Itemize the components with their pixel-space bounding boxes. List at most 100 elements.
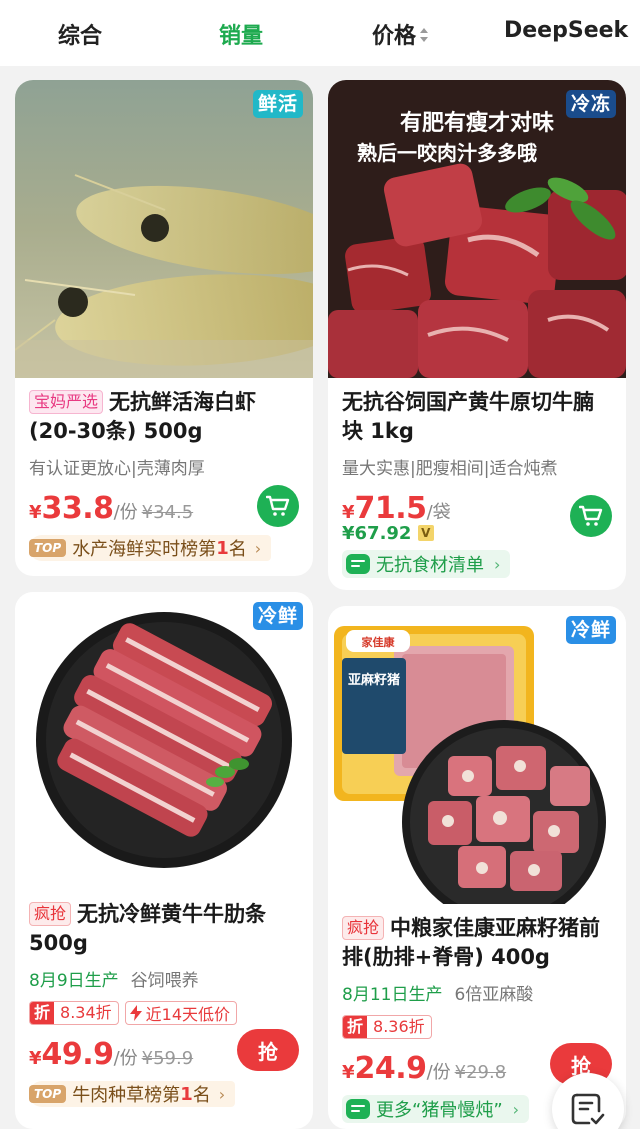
chat-bubble-icon (346, 554, 370, 574)
sort-bar: 综合 销量 价格 DeepSeek (0, 0, 640, 66)
image-caption-line2: 熟后一咬肉汁多多哦 (357, 141, 537, 165)
price-row: ¥71.5/袋 (342, 491, 612, 537)
currency-symbol: ¥ (29, 502, 42, 523)
related-list-label: 无抗食材清单 (376, 555, 484, 576)
current-price: 33.8 (41, 491, 115, 526)
original-price: ¥59.9 (141, 1048, 194, 1069)
product-card-shrimp[interactable]: 鲜活 宝妈严选 无抗鲜活海白虾(20-30条) 500g 有认证更放心|壳薄肉厚 … (15, 80, 313, 576)
product-feature: 谷饲喂养 (130, 971, 199, 991)
low-price-tag: 近14天低价 (124, 1001, 238, 1025)
hot-sale-badge: 疯抢 (342, 916, 385, 940)
package-title: 亚麻籽猪 (348, 672, 400, 688)
product-subtitle: 有认证更放心|壳薄肉厚 (29, 459, 205, 479)
currency-symbol: ¥ (29, 1048, 42, 1069)
lightning-icon (129, 1005, 142, 1021)
tab-deepseek[interactable]: DeepSeek (504, 18, 628, 43)
original-price: ¥29.8 (454, 1062, 507, 1083)
add-to-cart-button[interactable] (570, 495, 612, 537)
chevron-right-icon: › (218, 1084, 226, 1104)
production-info: 8月9日生产 谷饲喂养 (29, 966, 299, 991)
product-image-pork-ribs[interactable]: 家佳康 亚麻籽猪 冷鲜 (328, 606, 626, 904)
rank-prefix: 水产海鲜实时榜第 (72, 539, 217, 560)
promo-tags: 折 8.36折 (342, 1015, 612, 1039)
low-price-text: 近14天低价 (145, 1005, 231, 1024)
shopping-list-icon (571, 1093, 605, 1125)
member-price: ¥67.92 V (342, 523, 612, 544)
current-price: 49.9 (41, 1037, 115, 1072)
temp-tag-live: 鲜活 (252, 90, 303, 118)
tab-price-label: 价格 (372, 24, 417, 49)
rank-link[interactable]: TOP 水产海鲜实时榜第 1 名 › (29, 535, 272, 561)
package-brand: 家佳康 (362, 635, 396, 649)
chevron-right-icon: › (494, 554, 501, 574)
cart-icon (266, 495, 290, 516)
product-title[interactable]: 疯抢 无抗冷鲜黄牛牛肋条500g (29, 900, 299, 958)
discount-value: 8.34折 (60, 1003, 112, 1022)
chevron-right-icon: › (254, 538, 262, 558)
product-title[interactable]: 疯抢 中粮家佳康亚麻籽猪前排(肋排+脊骨) 400g (342, 914, 612, 972)
temp-tag-chilled: 冷鲜 (565, 616, 616, 644)
chat-bubble-icon (346, 1099, 370, 1119)
rank-suffix: 名 (228, 539, 247, 560)
image-caption-line1: 有肥有瘦才对味 (400, 110, 554, 136)
beef-cubes-photo: 有肥有瘦才对味 熟后一咬肉汁多多哦 (328, 80, 626, 378)
original-price: ¥34.5 (141, 502, 194, 523)
currency-symbol: ¥ (342, 1062, 355, 1083)
production-date: 8月11日生产 (342, 985, 443, 1005)
tab-price[interactable]: 价格 (372, 18, 429, 50)
discount-value: 8.36折 (373, 1017, 425, 1036)
production-date: 8月9日生产 (29, 971, 119, 991)
discount-label: 折 (30, 1002, 55, 1024)
discount-tag: 折 8.36折 (342, 1015, 432, 1039)
beef-ribs-photo (15, 592, 313, 890)
cart-icon (579, 505, 603, 526)
grab-button[interactable]: 抢 (237, 1029, 299, 1071)
chevron-right-icon: › (512, 1099, 520, 1119)
product-image-beef-ribs[interactable]: 冷鲜 (15, 592, 313, 890)
rank-suffix: 名 (192, 1085, 211, 1106)
promo-tags: 折 8.34折 近14天低价 (29, 1001, 299, 1025)
related-list-link[interactable]: 更多“猪骨慢炖” › (342, 1095, 530, 1123)
price-unit: /袋 (426, 502, 451, 523)
top-badge: TOP (29, 1085, 67, 1103)
current-price: 71.5 (354, 491, 428, 526)
product-title[interactable]: 无抗谷饲国产黄牛原切牛腩块 1kg (342, 388, 612, 446)
current-price: 24.9 (354, 1051, 428, 1086)
temp-tag-chilled: 冷鲜 (252, 602, 303, 630)
rank-number: 1 (216, 537, 229, 559)
product-card-beef-brisket[interactable]: 有肥有瘦才对味 熟后一咬肉汁多多哦 冷冻 无抗谷饲国产黄牛原切牛腩块 1kg 量… (328, 80, 626, 590)
discount-label: 折 (343, 1016, 368, 1038)
shrimp-photo (15, 80, 313, 378)
discount-tag: 折 8.34折 (29, 1001, 119, 1025)
temp-tag-frozen: 冷冻 (565, 90, 616, 118)
product-card-beef-ribs[interactable]: 冷鲜 疯抢 无抗冷鲜黄牛牛肋条500g 8月9日生产 谷饲喂养 折 8.34折 近14… (15, 592, 313, 1129)
add-to-cart-button[interactable] (257, 485, 299, 527)
currency-symbol: ¥ (342, 502, 355, 523)
price-unit: /份 (113, 502, 138, 523)
member-price-value: ¥67.92 (342, 523, 412, 544)
hot-sale-badge: 疯抢 (29, 902, 72, 926)
price-row: ¥49.9/份 ¥59.9 抢 (29, 1029, 299, 1075)
sort-arrows-icon (420, 28, 429, 42)
production-info: 8月11日生产 6倍亚麻酸 (342, 980, 612, 1005)
product-title[interactable]: 宝妈严选 无抗鲜活海白虾(20-30条) 500g (29, 388, 299, 446)
product-subtitle: 量大实惠|肥瘦相间|适合炖煮 (342, 459, 558, 479)
product-image-shrimp[interactable]: 鲜活 (15, 80, 313, 378)
rank-number: 1 (180, 1083, 193, 1105)
top-badge: TOP (29, 539, 67, 557)
rank-link[interactable]: TOP 牛肉种草榜第 1 名 › (29, 1081, 236, 1107)
related-list-label: 更多“猪骨慢炖” (376, 1100, 503, 1121)
tab-sales[interactable]: 销量 (219, 18, 263, 50)
price-unit: /份 (113, 1048, 138, 1069)
pork-ribs-photo: 家佳康 亚麻籽猪 (328, 606, 626, 904)
product-card-pork-ribs[interactable]: 家佳康 亚麻籽猪 冷鲜 疯抢 中粮家佳康亚麻籽猪前排(肋排+脊骨) 400g 8… (328, 606, 626, 1129)
product-feature: 6倍亚麻酸 (454, 985, 534, 1005)
product-image-beef-brisket[interactable]: 有肥有瘦才对味 熟后一咬肉汁多多哦 冷冻 (328, 80, 626, 378)
rank-prefix: 牛肉种草榜第 (72, 1085, 181, 1106)
price-row: ¥33.8/份 ¥34.5 (29, 485, 299, 529)
related-list-link[interactable]: 无抗食材清单 › (342, 550, 511, 578)
tab-comprehensive[interactable]: 综合 (58, 18, 102, 50)
selection-badge: 宝妈严选 (29, 390, 104, 414)
price-unit: /份 (426, 1062, 451, 1083)
vip-badge-icon: V (417, 525, 434, 541)
